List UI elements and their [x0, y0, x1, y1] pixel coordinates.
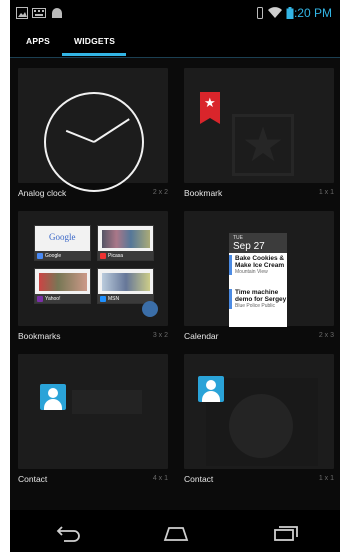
star-icon: ★ [204, 95, 216, 110]
navigation-bar [10, 510, 340, 552]
widget-bookmark[interactable]: ★ ★ Bookmark 1 x 1 [176, 58, 334, 201]
bookmark-thumbnail: Picasa [97, 225, 154, 261]
status-time: 1:20 PM [287, 6, 332, 20]
google-logo-icon: Google [49, 232, 76, 242]
thumbnail-caption: Google [45, 253, 62, 259]
widget-preview: Google Google Picasa Yahoo! MSN [18, 211, 168, 326]
recent-apps-icon[interactable] [272, 522, 300, 542]
widget-size: 2 x 2 [152, 189, 168, 196]
widget-label: Contact [184, 474, 214, 484]
thumbnail-caption: Picasa [108, 253, 124, 259]
tab-selected-indicator [62, 53, 126, 56]
widget-contact[interactable]: Contact 1 x 1 [176, 344, 334, 487]
widget-bookmarks[interactable]: Google Google Picasa Yahoo! MSN Bookmark… [10, 201, 168, 344]
back-icon[interactable] [54, 522, 82, 542]
contact-icon [40, 384, 66, 410]
widget-size: 1 x 1 [318, 189, 334, 196]
contact-name-bar [72, 390, 142, 414]
keyboard-notification-icon [32, 8, 46, 18]
status-bar: 1:20 PM [10, 0, 340, 26]
widget-size: 3 x 2 [152, 332, 168, 339]
widget-analog-clock[interactable]: Analog clock 2 x 2 [10, 58, 168, 201]
wifi-icon [268, 7, 282, 19]
widget-preview: ★ ★ [184, 68, 334, 183]
gallery-notification-icon [16, 7, 28, 19]
clock-minute-hand [93, 118, 130, 143]
widget-contact-wide[interactable]: Contact 4 x 1 [10, 344, 168, 487]
widget-preview [184, 354, 334, 469]
analog-clock-icon [44, 92, 144, 192]
widget-size: 1 x 1 [318, 475, 334, 482]
android-notification-icon [52, 8, 62, 18]
widget-preview [18, 354, 168, 469]
event-title: Time machine demo for Sergey [235, 289, 287, 303]
tab-bar: APPS WIDGETS [10, 26, 340, 57]
bookmark-thumbnail: Yahoo! [34, 268, 91, 304]
widget-label: Analog clock [18, 188, 67, 198]
contact-icon [198, 376, 224, 402]
tab-apps[interactable]: APPS [26, 36, 50, 46]
bookmark-ribbon-icon: ★ [200, 92, 220, 124]
widget-label: Contact [18, 474, 48, 484]
widget-label: Calendar [184, 331, 219, 341]
bookmark-thumbnail: MSN [97, 268, 154, 304]
widget-label: Bookmark [184, 188, 223, 198]
widget-preview [18, 68, 168, 192]
event-location: Blue Police Public [235, 303, 276, 309]
thumbnail-caption: Yahoo! [45, 296, 61, 302]
browser-globe-icon [142, 301, 158, 317]
star-icon: ★ [232, 114, 294, 176]
widget-preview: TUE Sep 27 Bake Cookies & Make Ice Cream… [184, 211, 334, 327]
widget-calendar[interactable]: TUE Sep 27 Bake Cookies & Make Ice Cream… [176, 201, 334, 344]
device-screen: 1:20 PM APPS WIDGETS Analog clock 2 x 2 … [10, 0, 340, 552]
widget-label: Bookmarks [18, 331, 61, 341]
calendar-event: Time machine demo for Sergey Blue Police… [229, 289, 287, 309]
vibrate-icon [257, 7, 263, 19]
bookmark-thumbnail: Google Google [34, 225, 91, 261]
calendar-date: Sep 27 [233, 241, 265, 252]
widget-size: 2 x 3 [318, 332, 334, 339]
widget-grid: Analog clock 2 x 2 ★ ★ Bookmark 1 x 1 Go… [10, 58, 340, 510]
widget-size: 4 x 1 [152, 475, 168, 482]
contact-photo-placeholder [229, 394, 293, 458]
event-location: Mountain View [235, 269, 268, 275]
calendar-event: Bake Cookies & Make Ice Cream Mountain V… [229, 255, 287, 275]
tab-widgets[interactable]: WIDGETS [74, 36, 115, 46]
calendar-preview: TUE Sep 27 Bake Cookies & Make Ice Cream… [229, 233, 287, 327]
home-icon[interactable] [162, 522, 190, 542]
event-title: Bake Cookies & Make Ice Cream [235, 255, 285, 269]
thumbnail-caption: MSN [108, 296, 120, 302]
clock-hour-hand [65, 129, 95, 143]
